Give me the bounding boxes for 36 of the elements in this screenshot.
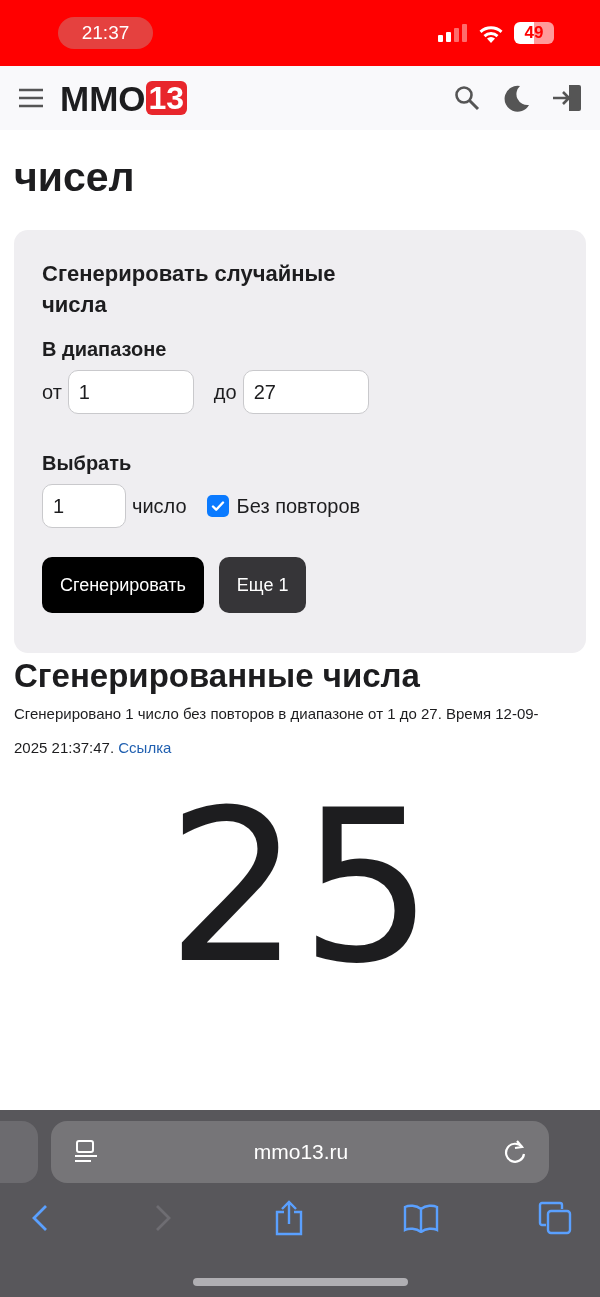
- page-title: чисел: [14, 153, 136, 202]
- wifi-icon: [478, 23, 504, 43]
- menu-icon[interactable]: [18, 88, 44, 108]
- input-field[interactable]: 1: [42, 484, 126, 528]
- share-icon[interactable]: [274, 1200, 304, 1236]
- section-heading: Сгенерированные числа: [14, 656, 421, 696]
- field-label: В диапазоне: [42, 337, 168, 362]
- button[interactable]: Еще 1: [218, 557, 307, 613]
- login-icon[interactable]: [552, 84, 582, 112]
- checkmark-icon: [210, 499, 225, 513]
- address-bar[interactable]: mmo13.ru: [51, 1121, 549, 1183]
- book-icon[interactable]: [403, 1203, 439, 1233]
- search-icon[interactable]: [454, 85, 480, 111]
- link[interactable]: Ссылка: [118, 739, 172, 756]
- tabs-icon[interactable]: [538, 1201, 572, 1235]
- field-label: до: [213, 380, 237, 405]
- moon-icon[interactable]: [502, 84, 530, 112]
- result-description: Сгенерировано 1 число без повторов в диапазоне от 1 до 27. Время 12-09-2025 21:37:47. Ссылка: [14, 704, 540, 758]
- reload-icon[interactable]: [503, 1139, 527, 1165]
- field-label: Выбрать: [42, 451, 133, 476]
- field-label: число: [132, 494, 187, 519]
- battery-level: 49: [514, 22, 554, 44]
- button[interactable]: Сгенерировать: [42, 557, 204, 613]
- page-menu-icon[interactable]: [73, 1139, 99, 1165]
- status-time: 21:37: [58, 17, 153, 49]
- input-field[interactable]: 1: [67, 370, 194, 414]
- checkbox-label: Без повторов: [236, 494, 361, 519]
- field-label: от: [42, 380, 62, 405]
- checkbox[interactable]: [206, 495, 229, 517]
- logo-text: ММО: [60, 80, 146, 116]
- generated-number: 25: [166, 783, 434, 993]
- input-field[interactable]: 27: [242, 370, 369, 414]
- logo-badge: 13: [145, 81, 188, 115]
- form-title: Сгенерировать случайные числа: [42, 260, 337, 319]
- url-text: mmo13.ru: [252, 1139, 350, 1166]
- signal-icon: [438, 24, 468, 42]
